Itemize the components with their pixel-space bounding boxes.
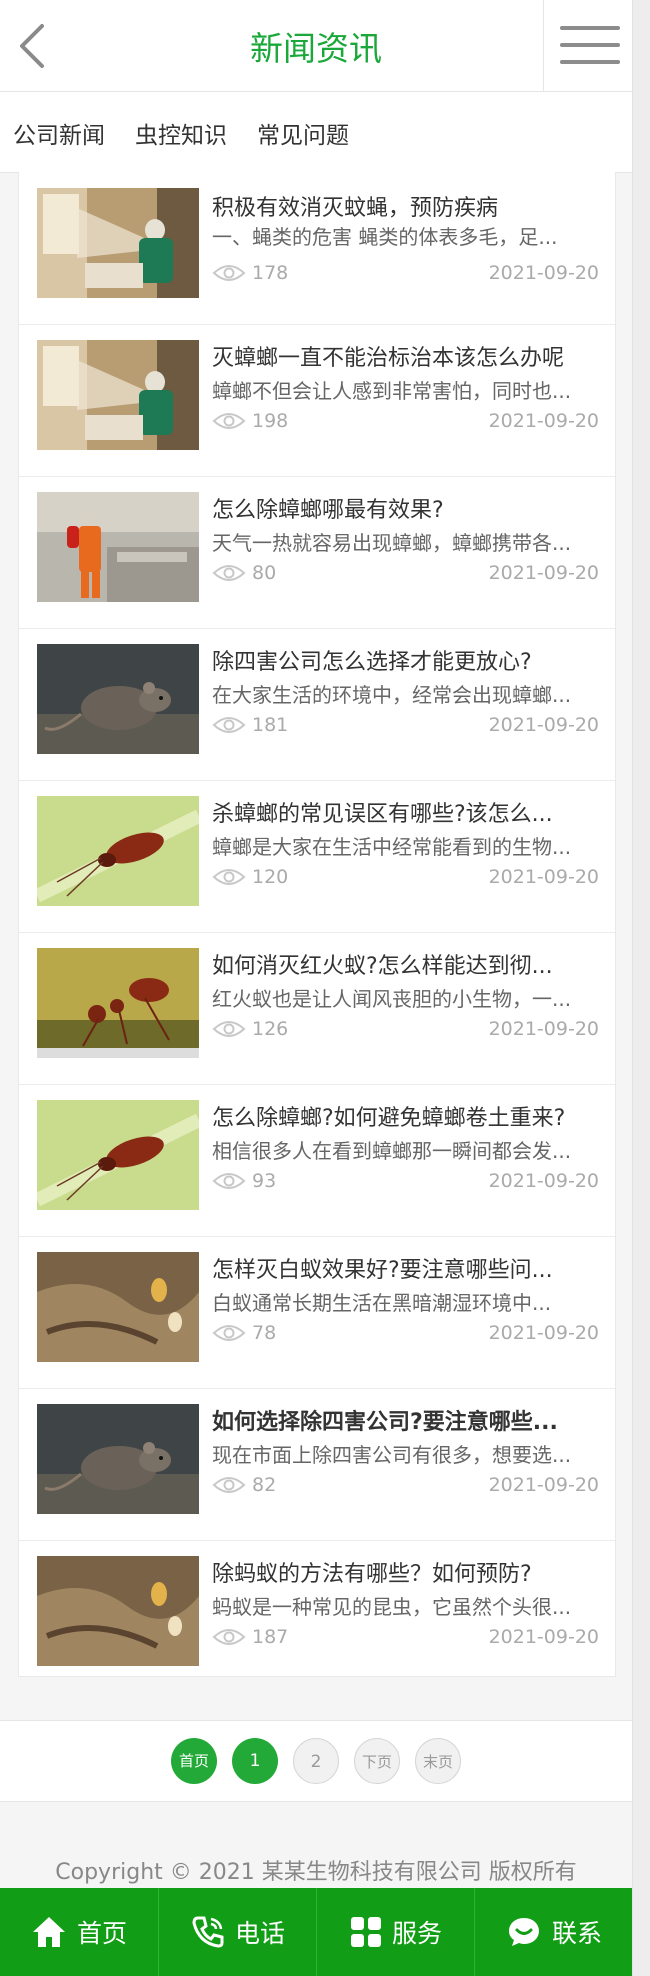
article-title[interactable]: 积极有效消灭蚊蝇，预防疾病 (212, 194, 597, 224)
view-count: 181 (212, 710, 332, 740)
article-title[interactable]: 如何消灭红火蚁?怎么样能达到彻... (212, 952, 597, 982)
tab-company-news[interactable]: 公司新闻 (13, 116, 105, 150)
eye-icon (212, 717, 246, 733)
article-date: 2021-09-20 (488, 866, 599, 888)
list-item[interactable]: 如何消灭红火蚁?怎么样能达到彻... 红火蚁也是让人闻风丧胆的小生物，一... … (19, 932, 615, 1085)
eye-icon (212, 1629, 246, 1645)
phone-icon (192, 1916, 224, 1948)
nav-home[interactable]: 首页 (0, 1888, 158, 1976)
article-thumbnail (37, 644, 199, 754)
eye-icon (212, 1173, 246, 1189)
category-tabs: 公司新闻 虫控知识 常见问题 (0, 92, 632, 173)
bottom-nav: 首页 电话 服务 联系 (0, 1888, 632, 1976)
chat-icon (508, 1918, 539, 1946)
tab-pest-knowledge[interactable]: 虫控知识 (135, 116, 227, 150)
article-thumbnail (37, 1100, 199, 1210)
view-count: 120 (212, 862, 332, 892)
view-count: 80 (212, 558, 332, 588)
list-item[interactable]: 怎么除蟑螂?如何避免蟑螂卷土重来? 相信很多人在看到蟑螂那一瞬间都会发... 9… (19, 1084, 615, 1237)
view-count: 82 (212, 1470, 332, 1500)
eye-icon (212, 265, 246, 281)
eye-icon (212, 869, 246, 885)
last-page-button[interactable]: 末页 (415, 1738, 461, 1784)
article-thumbnail (37, 796, 199, 906)
article-date: 2021-09-20 (488, 714, 599, 736)
eye-icon (212, 565, 246, 581)
article-date: 2021-09-20 (488, 410, 599, 432)
home-icon (32, 1917, 65, 1947)
page: 新闻资讯 公司新闻 虫控知识 常见问题 积极有效消灭蚊蝇，预防疾病 一、蝇类的危… (0, 0, 632, 1976)
article-thumbnail (37, 1404, 199, 1514)
eye-icon (212, 1325, 246, 1341)
current-page-button[interactable]: 1 (232, 1738, 278, 1784)
nav-contact-label: 联系 (551, 1919, 602, 1948)
nav-home-label: 首页 (76, 1919, 127, 1948)
article-date: 2021-09-20 (488, 262, 599, 284)
list-item[interactable]: 怎么除蟑螂哪最有效果? 天气一热就容易出现蟑螂，蟑螂携带各... 80 2021… (19, 476, 615, 629)
article-title[interactable]: 除四害公司怎么选择才能更放心? (212, 648, 597, 678)
copyright: Copyright © 2021 某某生物科技有限公司 版权所有 (55, 1860, 577, 1885)
article-title[interactable]: 除蚂蚁的方法有哪些？如何预防? (212, 1560, 597, 1590)
list-item[interactable]: 如何选择除四害公司?要注意哪些... 现在市面上除四害公司有很多，想要选... … (19, 1388, 615, 1541)
article-date: 2021-09-20 (488, 1322, 599, 1344)
list-item[interactable]: 积极有效消灭蚊蝇，预防疾病 一、蝇类的危害 蝇类的体表多毛，足... 178 2… (19, 172, 615, 325)
article-title[interactable]: 如何选择除四害公司?要注意哪些... (212, 1408, 597, 1438)
article-date: 2021-09-20 (488, 1474, 599, 1496)
nav-phone-label: 电话 (234, 1919, 285, 1948)
list-item[interactable]: 除四害公司怎么选择才能更放心? 在大家生活的环境中，经常会出现蟑螂... 181… (19, 628, 615, 781)
list-item[interactable]: 灭蟑螂一直不能治标治本该怎么办呢 蟑螂不但会让人感到非常害怕，同时也... 19… (19, 324, 615, 477)
page-2-button[interactable]: 2 (293, 1738, 339, 1784)
scrollbar[interactable] (632, 0, 650, 1976)
article-thumbnail (37, 188, 199, 298)
eye-icon (212, 413, 246, 429)
header: 新闻资讯 (0, 0, 632, 92)
page-title: 新闻资讯 (250, 29, 382, 68)
hamburger-menu-icon[interactable] (543, 0, 632, 91)
first-page-button[interactable]: 首页 (171, 1738, 217, 1784)
view-count: 126 (212, 1014, 332, 1044)
view-count: 198 (212, 406, 332, 436)
view-count: 187 (212, 1622, 332, 1652)
tab-faq[interactable]: 常见问题 (257, 116, 349, 150)
article-title[interactable]: 怎么除蟑螂?如何避免蟑螂卷土重来? (212, 1104, 597, 1134)
article-title[interactable]: 杀蟑螂的常见误区有哪些?该怎么... (212, 800, 597, 830)
nav-contact[interactable]: 联系 (474, 1888, 633, 1976)
view-count: 178 (212, 258, 332, 288)
article-thumbnail (37, 948, 199, 1058)
view-count: 93 (212, 1166, 332, 1196)
pagination: 首页 1 2 下页 末页 (0, 1720, 632, 1802)
list-item[interactable]: 怎样灭白蚁效果好?要注意哪些问... 白蚁通常长期生活在黑暗潮湿环境中... 7… (19, 1236, 615, 1389)
article-list: 积极有效消灭蚊蝇，预防疾病 一、蝇类的危害 蝇类的体表多毛，足... 178 2… (18, 172, 616, 1677)
list-item[interactable]: 杀蟑螂的常见误区有哪些?该怎么... 蟑螂是大家在生活中经常能看到的生物... … (19, 780, 615, 933)
article-thumbnail (37, 1556, 199, 1666)
list-item[interactable]: 除蚂蚁的方法有哪些？如何预防? 蚂蚁是一种常见的昆虫，它虽然个头很... 187… (19, 1540, 615, 1692)
article-date: 2021-09-20 (488, 1626, 599, 1648)
article-thumbnail (37, 1252, 199, 1362)
article-title[interactable]: 怎样灭白蚁效果好?要注意哪些问... (212, 1256, 597, 1286)
nav-phone[interactable]: 电话 (158, 1888, 317, 1976)
article-date: 2021-09-20 (488, 562, 599, 584)
eye-icon (212, 1477, 246, 1493)
grid-icon (350, 1917, 381, 1947)
article-title[interactable]: 灭蟑螂一直不能治标治本该怎么办呢 (212, 344, 597, 374)
eye-icon (212, 1021, 246, 1037)
article-thumbnail (37, 492, 199, 602)
view-count: 78 (212, 1318, 332, 1348)
article-thumbnail (37, 340, 199, 450)
article-date: 2021-09-20 (488, 1170, 599, 1192)
article-title[interactable]: 怎么除蟑螂哪最有效果? (212, 496, 597, 526)
article-date: 2021-09-20 (488, 1018, 599, 1040)
next-page-button[interactable]: 下页 (354, 1738, 400, 1784)
nav-service-label: 服务 (391, 1919, 442, 1948)
nav-service[interactable]: 服务 (316, 1888, 475, 1976)
